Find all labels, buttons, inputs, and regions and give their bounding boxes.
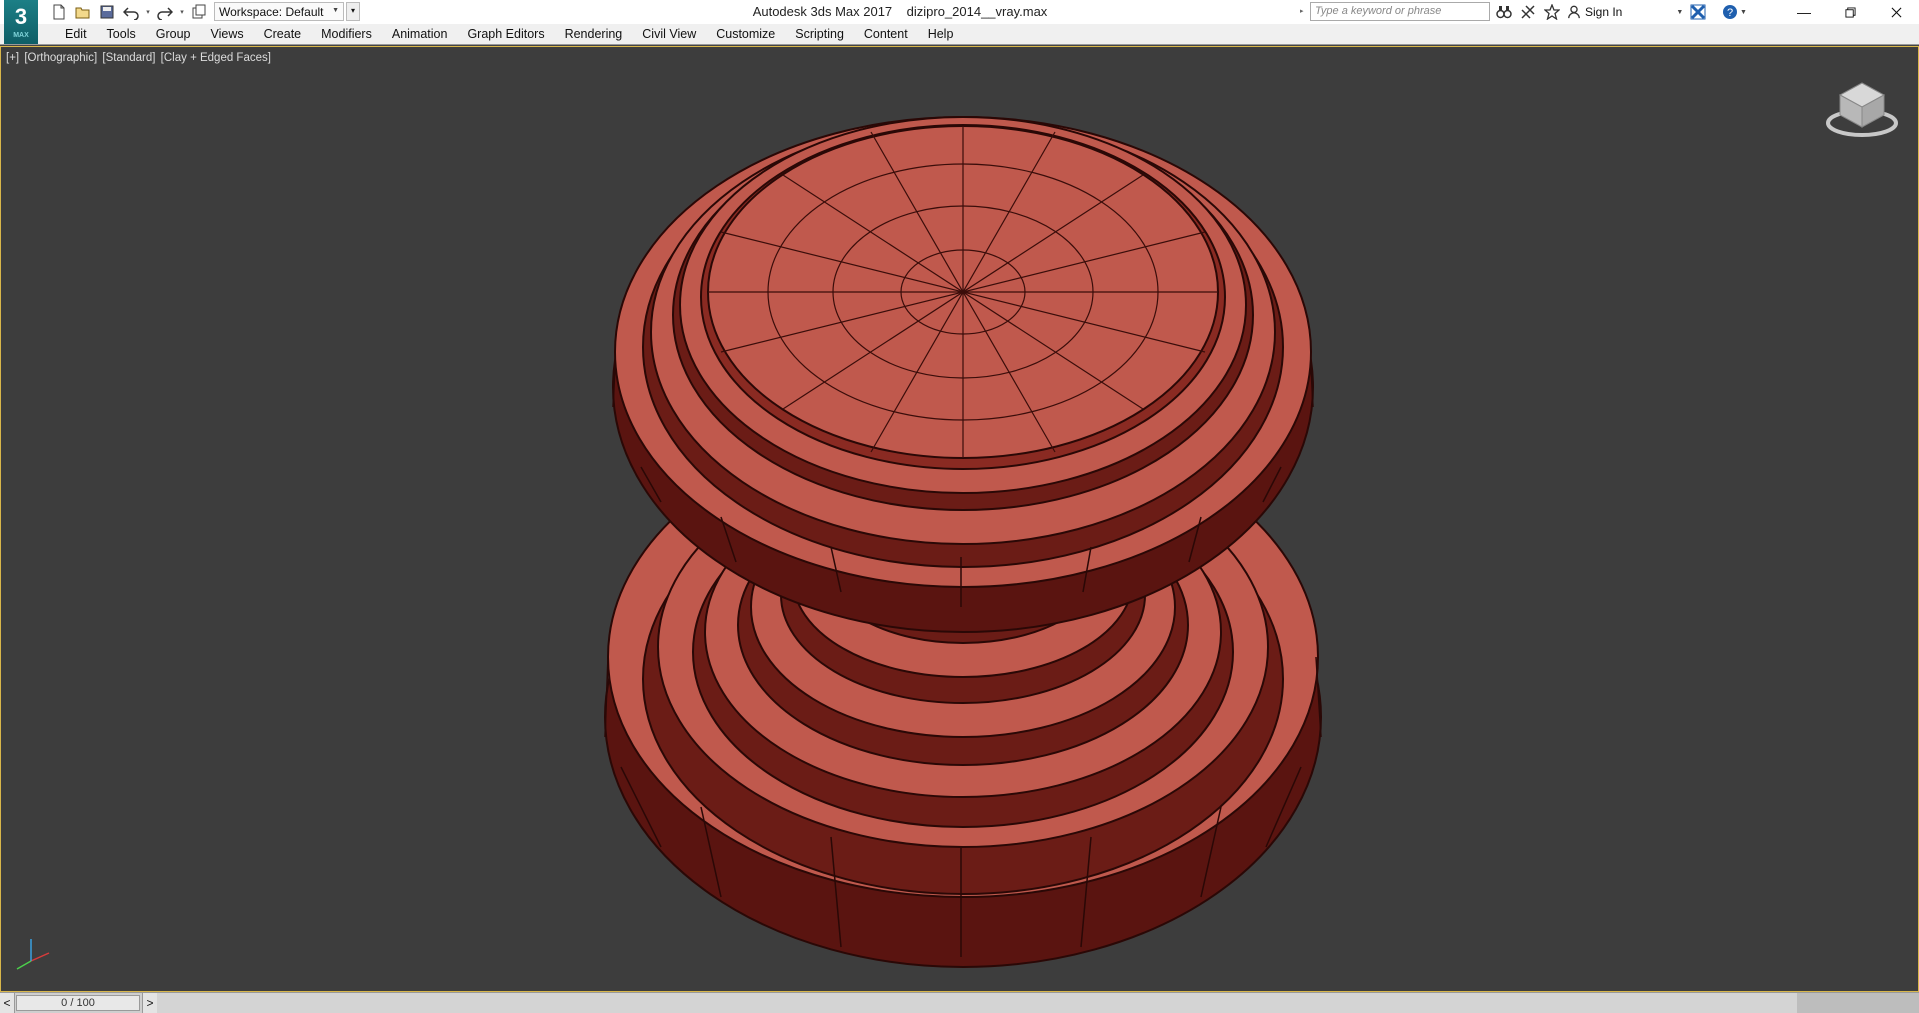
quick-access-toolbar: ▾ ▾ [48,2,210,22]
model-capital[interactable] [612,116,1314,633]
minimize-icon[interactable]: — [1781,0,1827,24]
svg-text:?: ? [1727,7,1733,19]
viewport-label[interactable]: [+] [Orthographic] [Standard] [Clay + Ed… [6,52,273,64]
search-expand-icon[interactable]: ▸ [1300,2,1308,21]
viewport-menu-plus[interactable]: [+] [6,52,19,64]
workspace-label: Workspace: Default [219,4,324,19]
new-file-icon[interactable] [48,2,70,22]
project-folder-icon[interactable] [188,2,210,22]
help-button[interactable]: ? ▼ [1722,2,1752,22]
sign-in-label: Sign In [1585,5,1623,19]
next-frame-button[interactable]: > [142,993,158,1013]
infocenter-icons [1494,2,1562,22]
workspace-dropdown[interactable]: Workspace: Default ▼ [214,2,344,21]
user-icon [1568,5,1580,19]
time-slider-bar: < 0 / 100 > [0,992,1919,1013]
title-bar: 3 MAX ▾ ▾ Workspace: Default ▼ ▾ Autodesk… [0,0,1919,44]
favorites-star-icon[interactable] [1542,2,1562,22]
redo-dropdown-icon[interactable]: ▾ [178,2,186,22]
menu-help[interactable]: Help [918,24,964,45]
menu-graph-editors[interactable]: Graph Editors [457,24,554,45]
communication-center-icon[interactable] [1518,2,1538,22]
help-icon: ? [1723,5,1737,19]
autodesk-exchange-icon[interactable] [1688,2,1708,22]
menu-bar: Edit Tools Group Views Create Modifiers … [0,24,1919,45]
file-name: dizipro_2014__vray.max [906,4,1048,19]
menu-animation[interactable]: Animation [382,24,458,45]
undo-dropdown-icon[interactable]: ▾ [144,2,152,22]
redo-icon[interactable] [154,2,176,22]
axis-tripod-icon [16,939,50,970]
window-controls: — [1781,0,1919,24]
toolbar-overflow-icon[interactable]: ▾ [346,2,360,21]
chevron-down-icon: ▼ [332,7,339,14]
app-logo-icon[interactable]: 3 MAX [4,0,38,44]
save-file-icon[interactable] [96,2,118,22]
open-file-icon[interactable] [72,2,94,22]
search-input[interactable]: Type a keyword or phrase [1310,2,1490,21]
viewport-view-type[interactable]: [Orthographic] [24,52,97,64]
viewport-shading-mode[interactable]: [Clay + Edged Faces] [161,52,271,64]
viewcube-icon[interactable] [1822,75,1902,145]
undo-icon[interactable] [120,2,142,22]
menu-content[interactable]: Content [854,24,918,45]
restore-icon[interactable] [1827,0,1873,24]
menu-edit[interactable]: Edit [55,24,97,45]
sign-in-button[interactable]: Sign In ▼ [1567,3,1683,21]
menu-group[interactable]: Group [146,24,201,45]
previous-frame-button[interactable]: < [0,993,15,1013]
menu-customize[interactable]: Customize [706,24,785,45]
menu-views[interactable]: Views [200,24,253,45]
chevron-down-icon: ▼ [1740,8,1747,16]
viewport-scene[interactable] [1,47,1919,992]
menu-modifiers[interactable]: Modifiers [311,24,382,45]
time-slider-track[interactable] [157,993,1797,1013]
menu-civil-view[interactable]: Civil View [632,24,706,45]
menu-create[interactable]: Create [254,24,312,45]
binoculars-icon[interactable] [1494,2,1514,22]
time-slider-end [1797,993,1919,1013]
menu-tools[interactable]: Tools [97,24,146,45]
viewport-shading-standard[interactable]: [Standard] [102,52,155,64]
time-slider-thumb[interactable]: 0 / 100 [16,995,140,1011]
orthographic-viewport[interactable]: [+] [Orthographic] [Standard] [Clay + Ed… [0,46,1919,992]
app-name: Autodesk 3ds Max 2017 [752,4,893,19]
window-title: Autodesk 3ds Max 2017 dizipro_2014__vray… [620,4,1180,19]
menu-scripting[interactable]: Scripting [785,24,854,45]
chevron-down-icon: ▼ [1676,8,1684,16]
menu-rendering[interactable]: Rendering [555,24,633,45]
close-icon[interactable] [1873,0,1919,24]
